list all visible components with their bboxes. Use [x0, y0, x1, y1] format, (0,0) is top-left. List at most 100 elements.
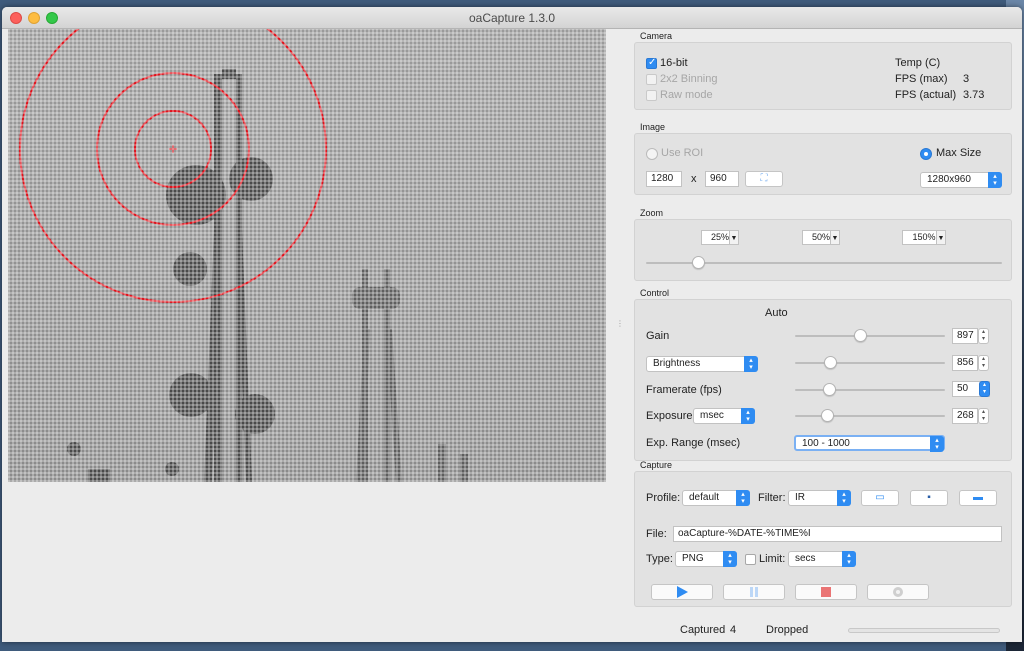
raw-mode-checkbox[interactable] [646, 90, 657, 101]
profile-select[interactable]: default ▴ ▾ [682, 490, 750, 506]
chevron-updown-icon: ▴ ▾ [837, 490, 851, 506]
window-title: oaCapture 1.3.0 [468, 11, 556, 25]
16bit-label: 16-bit [660, 57, 688, 69]
pixel-grid-overlay [8, 29, 606, 482]
brightness-slider[interactable] [795, 356, 945, 369]
zoom-25-dropdown[interactable]: 25% ▼ [701, 230, 739, 245]
autorun-button[interactable] [867, 584, 929, 600]
capture-group: Profile: default ▴ ▾ Filter: IR ▴ ▾ ▭ ▪ ▬ Fi… [634, 471, 1012, 607]
exposure-slider-handle[interactable] [821, 409, 834, 422]
roi-width-input[interactable]: 1280 [646, 171, 682, 187]
exposure-value-input[interactable]: 268 ▴ ▾ [952, 408, 989, 424]
pause-capture-button[interactable] [723, 584, 785, 600]
dropped-label: Dropped [766, 624, 809, 636]
expand-icon: ⛶ [760, 173, 768, 184]
camera-group: 16-bit 2x2 Binning Raw mode Temp (C) FPS… [634, 42, 1012, 110]
roi-height-input[interactable]: 960 [705, 171, 739, 187]
folder-add-icon: ▭ [875, 492, 885, 503]
exp-range-select[interactable]: 100 - 1000 ▴ ▾ [794, 435, 945, 452]
max-size-radio[interactable] [920, 148, 932, 160]
zoom-group-title: Zoom [640, 208, 664, 218]
brightness-control-select[interactable]: Brightness ▴ ▾ [646, 356, 758, 372]
fit-roi-button[interactable]: ⛶ [745, 171, 783, 187]
use-roi-label: Use ROI [661, 147, 704, 159]
new-folder-button[interactable]: ▭ [861, 490, 899, 506]
dropdown-arrow-icon: ▼ [830, 230, 840, 245]
zoom-slider-handle[interactable] [692, 256, 705, 269]
binning-checkbox[interactable] [646, 74, 657, 85]
binning-label: 2x2 Binning [660, 73, 718, 85]
file-type-select[interactable]: PNG ▴ ▾ [675, 551, 737, 567]
open-folder-button[interactable]: ▬ [959, 490, 997, 506]
fps-actual-label: FPS (actual) [895, 89, 957, 101]
filter-label: Filter: [758, 492, 786, 504]
profile-label: Profile: [646, 492, 681, 504]
buffer-progress-bar [848, 628, 1000, 633]
chevron-updown-icon: ▴ ▾ [842, 551, 856, 567]
framerate-slider[interactable] [795, 383, 945, 396]
image-size-select[interactable]: 1280x960 ▴ ▾ [920, 172, 1002, 188]
stepper-icon[interactable]: ▴ ▾ [978, 328, 989, 344]
preview-empty-area [8, 482, 606, 642]
image-group: Use ROI Max Size 1280 x 960 ⛶ 1280x960 ▴ ▾ [634, 133, 1012, 195]
capture-group-title: Capture [640, 460, 673, 470]
file-template-input[interactable]: oaCapture-%DATE-%TIME%I [673, 526, 1002, 542]
fps-max-label: FPS (max) [895, 73, 948, 85]
image-group-title: Image [640, 122, 666, 132]
framerate-slider-handle[interactable] [823, 383, 836, 396]
stop-capture-button[interactable] [795, 584, 857, 600]
limit-unit-select[interactable]: secs ▴ ▾ [788, 551, 856, 567]
exposure-slider[interactable] [795, 409, 945, 422]
close-window-button[interactable] [10, 12, 22, 24]
gain-slider-handle[interactable] [854, 329, 867, 342]
stop-icon [821, 587, 831, 597]
save-settings-button[interactable]: ▪ [910, 490, 948, 506]
16bit-checkbox[interactable] [646, 57, 657, 69]
brightness-value-input[interactable]: 856 ▴ ▾ [952, 355, 989, 371]
filter-select[interactable]: IR ▴ ▾ [788, 490, 851, 506]
captured-count: 4 [730, 624, 737, 636]
app-window: oaCapture 1.3.0 ⋮ Camera ✓ 16-bit 2x2 Bi… [2, 7, 1022, 642]
maximize-window-button[interactable] [46, 12, 58, 24]
stepper-icon[interactable]: ▴ ▾ [978, 355, 989, 371]
fps-actual-value: 3.73 [963, 89, 985, 101]
gain-value-input[interactable]: 897 ▴ ▾ [952, 328, 989, 344]
minimize-window-button[interactable] [28, 12, 40, 24]
control-group-title: Control [640, 288, 670, 298]
type-label: Type: [646, 553, 673, 565]
exposure-label: Exposure [646, 410, 693, 422]
zoom-slider[interactable] [646, 256, 1002, 269]
zoom-50-dropdown[interactable]: 50% ▼ [802, 230, 840, 245]
zoom-150-dropdown[interactable]: 150% ▼ [902, 230, 946, 245]
framerate-label: Framerate (fps) [646, 384, 722, 396]
framerate-value-select[interactable]: 50 ▴ ▾ [952, 381, 990, 397]
chevron-updown-icon[interactable]: ▴ ▾ [979, 381, 990, 397]
camera-group-title: Camera [640, 31, 673, 41]
fps-max-value: 3 [963, 73, 970, 85]
stepper-icon[interactable]: ▴ ▾ [978, 408, 989, 424]
file-label: File: [646, 528, 667, 540]
pause-icon [750, 587, 758, 597]
camera-preview[interactable] [8, 29, 606, 482]
folder-icon: ▬ [973, 492, 983, 503]
max-size-label: Max Size [936, 147, 982, 159]
roi-x-label: x [691, 173, 697, 185]
chevron-updown-icon: ▴ ▾ [930, 436, 944, 452]
chevron-updown-icon: ▴ ▾ [723, 551, 737, 567]
gain-slider[interactable] [795, 329, 945, 342]
limit-checkbox[interactable] [745, 554, 756, 565]
limit-label: Limit: [759, 553, 786, 565]
use-roi-radio[interactable] [646, 148, 658, 160]
splitter-handle[interactable]: ⋮ [616, 319, 624, 329]
zoom-group: 25% ▼ 50% ▼ 150% ▼ [634, 219, 1012, 281]
control-group: Auto Gain 897 ▴ ▾ Brightness ▴ ▾ 856 ▴ ▾ Frame… [634, 299, 1012, 461]
brightness-slider-handle[interactable] [824, 356, 837, 369]
temp-label: Temp (C) [895, 57, 941, 69]
auto-column-label: Auto [765, 307, 788, 319]
exposure-unit-select[interactable]: msec ▴ ▾ [693, 408, 755, 424]
play-icon [677, 586, 688, 598]
floppy-icon: ▪ [927, 492, 931, 503]
title-bar: oaCapture 1.3.0 [2, 7, 1022, 29]
chevron-updown-icon: ▴ ▾ [744, 356, 758, 372]
start-capture-button[interactable] [651, 584, 713, 600]
